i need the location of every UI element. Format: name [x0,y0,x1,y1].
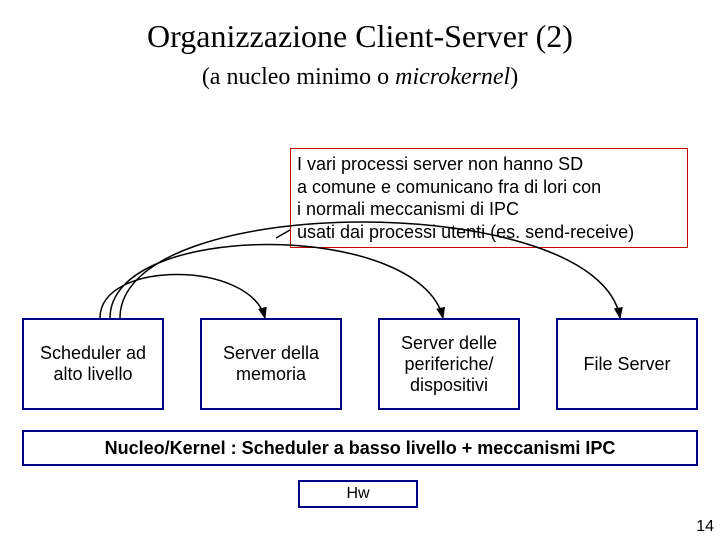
server-boxes-row: Scheduler ad alto livello Server della m… [22,318,698,410]
info-line: a comune e comunicano fra di lori con [297,176,681,199]
hw-box: Hw [298,480,418,508]
box-file-server: File Server [556,318,698,410]
page-number: 14 [696,518,714,536]
info-callout: I vari processi server non hanno SD a co… [290,148,688,248]
slide-subtitle: (a nucleo minimo o microkernel) [0,64,720,91]
box-scheduler: Scheduler ad alto livello [22,318,164,410]
subtitle-prefix: (a nucleo minimo o [202,64,395,90]
box-device-server: Server delle periferiche/ dispositivi [378,318,520,410]
info-line: i normali meccanismi di IPC [297,198,681,221]
info-line: I vari processi server non hanno SD [297,153,681,176]
box-memory-server: Server della memoria [200,318,342,410]
kernel-row: Nucleo/Kernel : Scheduler a basso livell… [22,430,698,466]
info-line: usati dai processi utenti (es. send-rece… [297,221,681,244]
subtitle-suffix: ) [510,64,518,90]
subtitle-italic: microkernel [395,64,510,90]
slide-title: Organizzazione Client-Server (2) [0,18,720,55]
